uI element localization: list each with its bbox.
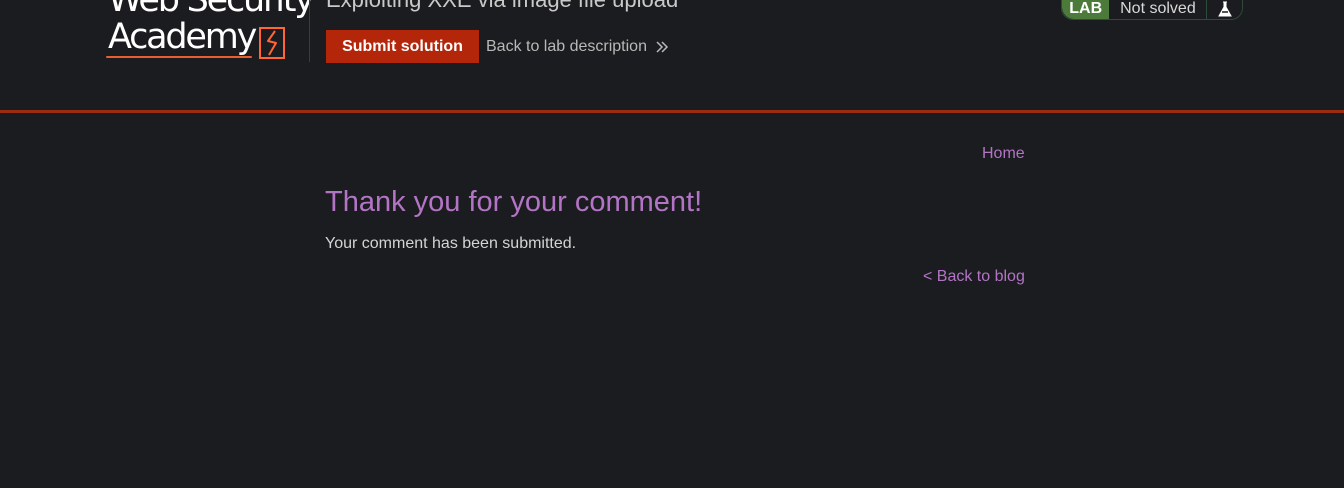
back-to-lab-description-label: Back to lab description [486,38,647,55]
home-link[interactable]: Home [982,144,1025,164]
header-divider [309,0,310,62]
lab-header: Web Security Academy Exploiting XXE via … [0,0,1344,113]
flask-icon [1206,0,1242,19]
page: Web Security Academy Exploiting XXE via … [0,0,1344,488]
double-chevron-right-icon [656,41,669,53]
lab-status-text: Not solved [1109,0,1207,19]
comment-submitted-message: Your comment has been submitted. [325,235,577,252]
back-to-lab-description-link[interactable]: Back to lab description [486,37,669,57]
logo-bolt-icon [259,27,285,59]
submit-solution-button[interactable]: Submit solution [326,30,479,63]
lab-title: Exploiting XXE via image file upload [326,0,678,14]
logo-text-line1: Web Security [108,0,315,20]
web-security-academy-logo[interactable]: Web Security Academy [106,0,315,62]
lab-tag: LAB [1062,0,1110,19]
logo-underline [106,56,252,58]
page-title: Thank you for your comment! [325,186,703,218]
logo-text-line2: Academy [108,17,257,57]
lab-status-badge: LAB Not solved [1061,0,1243,20]
back-to-blog-link[interactable]: < Back to blog [923,267,1025,287]
